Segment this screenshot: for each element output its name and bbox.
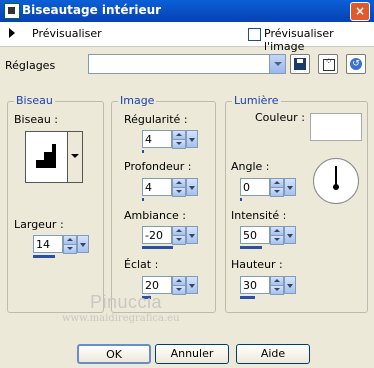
app-icon	[4, 3, 20, 19]
smoothness-level-bar[interactable]	[142, 150, 144, 153]
save-icon	[294, 58, 306, 70]
intensity-label: Intensité :	[231, 209, 287, 222]
intensity-dropdown-button[interactable]	[284, 226, 296, 244]
preview-bar: Prévisualiser Prévisualiser l'image	[0, 22, 374, 53]
image-group-title: Image	[118, 94, 157, 107]
ambience-level-bar[interactable]	[142, 246, 173, 249]
width-level-bar[interactable]	[33, 255, 55, 258]
width-down-button[interactable]	[63, 244, 77, 254]
smoothness-down-button[interactable]	[172, 139, 186, 149]
depth-dropdown-button[interactable]	[186, 178, 198, 196]
angle-dropdown-button[interactable]	[284, 178, 296, 196]
angle-level-bar[interactable]	[240, 198, 242, 201]
elevation-down-button[interactable]	[270, 285, 284, 295]
window-title: Biseautage intérieur	[22, 3, 162, 17]
depth-spinner[interactable]: 4	[142, 178, 198, 202]
ambience-dropdown-button[interactable]	[186, 226, 198, 244]
width-spinner[interactable]: 14	[33, 235, 89, 259]
shininess-down-button[interactable]	[172, 285, 186, 295]
angle-input[interactable]: 0	[240, 178, 270, 196]
dice-icon	[323, 57, 335, 71]
depth-input[interactable]: 4	[142, 178, 172, 196]
angle-label: Angle :	[231, 160, 270, 173]
settings-label: Réglages	[5, 59, 56, 72]
light-color-swatch[interactable]	[310, 113, 362, 141]
bevel-picker[interactable]	[25, 131, 83, 183]
elevation-level-bar[interactable]	[240, 296, 255, 299]
width-label: Largeur :	[14, 218, 64, 231]
depth-down-button[interactable]	[172, 187, 186, 197]
smoothness-spinner[interactable]: 4	[142, 130, 198, 154]
settings-row: Réglages ↺	[0, 48, 374, 82]
light-group-title: Lumière	[232, 94, 281, 107]
bevel-shape-icon	[36, 144, 56, 168]
intensity-spinner[interactable]: 50	[240, 226, 296, 250]
intensity-input[interactable]: 50	[240, 226, 270, 244]
intensity-level-bar[interactable]	[240, 246, 262, 249]
help-button[interactable]: Aide	[236, 344, 310, 364]
width-dropdown-button[interactable]	[77, 235, 89, 253]
watermark-name: Pinuccia	[90, 292, 163, 312]
depth-label: Profondeur :	[124, 160, 192, 173]
ambience-spinner[interactable]: -20	[142, 226, 198, 250]
ambience-down-button[interactable]	[172, 235, 186, 245]
preview-image-checkbox[interactable]	[248, 28, 261, 41]
ambience-input[interactable]: -20	[142, 226, 172, 244]
reset-button[interactable]: ↺	[346, 54, 366, 74]
expand-arrow-icon[interactable]	[9, 28, 15, 38]
reset-icon: ↺	[350, 58, 362, 70]
shininess-label: Éclat :	[124, 258, 159, 271]
bevel-group-title: Biseau	[14, 94, 55, 107]
save-preset-button[interactable]	[290, 54, 310, 74]
angle-needle-icon	[333, 166, 339, 190]
ambience-label: Ambiance :	[124, 209, 187, 222]
settings-dropdown[interactable]	[88, 54, 286, 74]
shininess-dropdown-button[interactable]	[186, 276, 198, 294]
elevation-dropdown-button[interactable]	[284, 276, 296, 294]
bevel-dropdown-arrow-icon[interactable]	[67, 132, 82, 182]
preview-label[interactable]: Prévisualiser	[32, 27, 102, 40]
close-button[interactable]: ×	[350, 2, 370, 21]
watermark-url: www.maidiregrafica.eu	[62, 313, 180, 324]
title-bar: Biseautage intérieur ×	[0, 0, 374, 22]
color-label: Couleur :	[255, 111, 305, 124]
cancel-button[interactable]: Annuler	[155, 344, 229, 364]
smoothness-input[interactable]: 4	[142, 130, 172, 148]
ok-button[interactable]: OK	[77, 344, 151, 364]
intensity-down-button[interactable]	[270, 235, 284, 245]
depth-level-bar[interactable]	[142, 198, 144, 201]
width-input[interactable]: 14	[33, 235, 63, 253]
elevation-label: Hauteur :	[231, 258, 283, 271]
elevation-spinner[interactable]: 30	[240, 276, 296, 300]
smoothness-label: Régularité :	[124, 113, 188, 126]
angle-dial[interactable]	[313, 158, 359, 204]
angle-down-button[interactable]	[270, 187, 284, 197]
smoothness-dropdown-button[interactable]	[186, 130, 198, 148]
bevel-label: Biseau :	[14, 113, 59, 126]
angle-spinner[interactable]: 0	[240, 178, 296, 202]
chevron-down-icon[interactable]	[269, 55, 285, 73]
elevation-input[interactable]: 30	[240, 276, 270, 294]
randomize-button[interactable]	[318, 54, 338, 74]
